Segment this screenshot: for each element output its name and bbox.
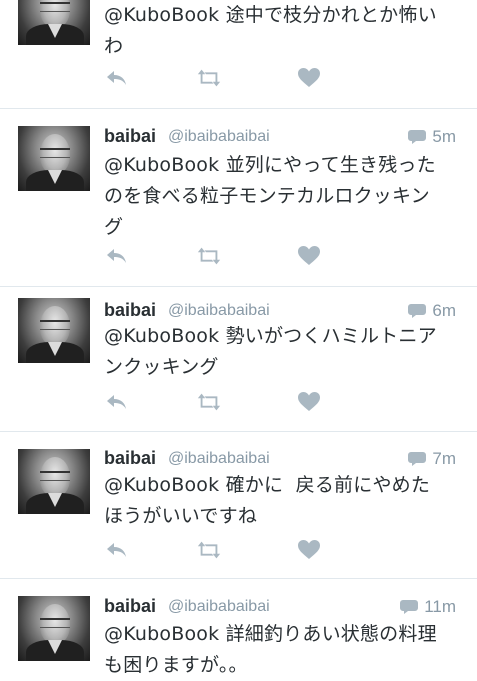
tweet-timestamp[interactable]: 5m xyxy=(432,127,456,147)
avatar[interactable] xyxy=(18,0,90,45)
heart-icon xyxy=(298,392,320,411)
retweet-icon xyxy=(197,541,221,559)
tweet-meta: 7m xyxy=(408,449,456,469)
tweet-meta: 5m xyxy=(408,127,456,147)
tweet-timestamp[interactable]: 6m xyxy=(432,301,456,321)
user-name[interactable]: baibai xyxy=(104,126,156,147)
avatar[interactable] xyxy=(18,298,90,363)
reply-button[interactable] xyxy=(104,391,130,413)
tweet-header: baibai @ibaibabaibai 7m xyxy=(104,448,464,470)
user-handle[interactable]: @ibaibabaibai xyxy=(168,450,270,468)
reply-icon xyxy=(107,71,126,85)
speech-bubble-icon xyxy=(408,452,427,466)
reply-icon xyxy=(107,249,126,263)
tweet-actions xyxy=(104,245,334,269)
tweet-timeline: @KuboBook 途中で枝分かれとか怖い わ baibai @ibaibaba… xyxy=(0,0,477,680)
tweet-actions xyxy=(104,67,334,91)
user-handle[interactable]: @ibaibabaibai xyxy=(168,302,270,320)
retweet-icon xyxy=(197,393,221,411)
tweet-item[interactable]: @KuboBook 途中で枝分かれとか怖い わ xyxy=(0,0,477,109)
retweet-button[interactable] xyxy=(196,245,222,267)
reply-button[interactable] xyxy=(104,245,130,267)
speech-bubble-icon xyxy=(408,130,427,144)
tweet-item[interactable]: baibai @ibaibabaibai 11m @KuboBook 詳細釣りあ… xyxy=(0,579,477,680)
tweet-text: @KuboBook 並列にやって生き残った のを食べる粒子モンテカルロクッキン … xyxy=(104,154,436,238)
reply-button[interactable] xyxy=(104,539,130,561)
avatar[interactable] xyxy=(18,449,90,514)
like-button[interactable] xyxy=(296,539,322,561)
tweet-item[interactable]: baibai @ibaibabaibai 6m @KuboBook 勢いがつくハ… xyxy=(0,287,477,432)
tweet-header: baibai @ibaibabaibai 6m xyxy=(104,300,464,322)
tweet-actions xyxy=(104,391,334,415)
avatar[interactable] xyxy=(18,126,90,191)
tweet-text: @KuboBook 勢いがつくハミルトニア ンクッキング xyxy=(104,325,437,378)
heart-icon xyxy=(298,540,320,559)
tweet-text: @KuboBook 確かに 戻る前にやめた ほうがいいですね xyxy=(104,474,431,527)
reply-button[interactable] xyxy=(104,67,130,89)
heart-icon xyxy=(298,246,320,265)
speech-bubble-icon xyxy=(408,304,427,318)
reply-icon xyxy=(107,395,126,409)
tweet-text: @KuboBook 途中で枝分かれとか怖い わ xyxy=(104,4,437,57)
tweet-meta: 6m xyxy=(408,301,456,321)
heart-icon xyxy=(298,68,320,87)
user-handle[interactable]: @ibaibabaibai xyxy=(168,128,270,146)
tweet-meta: 11m xyxy=(400,597,456,617)
tweet-actions xyxy=(104,539,334,563)
speech-bubble-icon xyxy=(400,600,419,614)
tweet-header: baibai @ibaibabaibai 11m xyxy=(104,596,464,618)
tweet-item[interactable]: baibai @ibaibabaibai 7m @KuboBook 確かに 戻る… xyxy=(0,432,477,579)
tweet-item[interactable]: baibai @ibaibabaibai 5m @KuboBook 並列にやって… xyxy=(0,109,477,287)
retweet-button[interactable] xyxy=(196,539,222,561)
tweet-timestamp[interactable]: 11m xyxy=(424,597,456,617)
like-button[interactable] xyxy=(296,245,322,267)
like-button[interactable] xyxy=(296,67,322,89)
user-name[interactable]: baibai xyxy=(104,596,156,617)
like-button[interactable] xyxy=(296,391,322,413)
retweet-button[interactable] xyxy=(196,67,222,89)
user-handle[interactable]: @ibaibabaibai xyxy=(168,598,270,616)
tweet-text: @KuboBook 詳細釣りあい状態の料理 も困りますが。。 xyxy=(104,623,437,676)
user-name[interactable]: baibai xyxy=(104,300,156,321)
retweet-icon xyxy=(197,69,221,87)
avatar[interactable] xyxy=(18,596,90,661)
tweet-timestamp[interactable]: 7m xyxy=(432,449,456,469)
retweet-icon xyxy=(197,247,221,265)
reply-icon xyxy=(107,543,126,557)
tweet-header: baibai @ibaibabaibai 5m xyxy=(104,126,464,148)
retweet-button[interactable] xyxy=(196,391,222,413)
user-name[interactable]: baibai xyxy=(104,448,156,469)
